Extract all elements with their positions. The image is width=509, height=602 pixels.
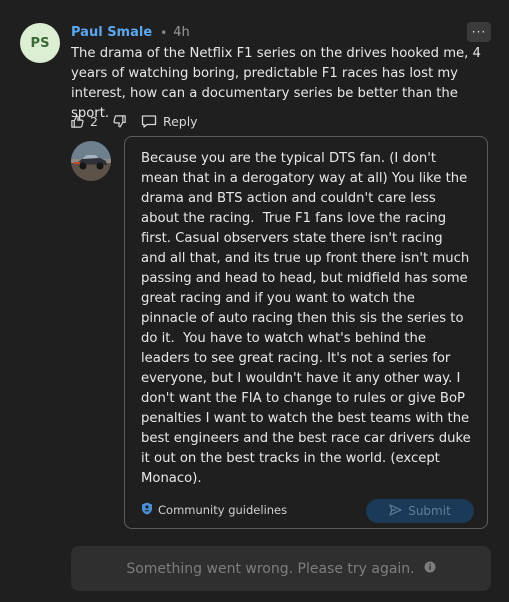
dislike-button[interactable] [112, 114, 127, 129]
author-name[interactable]: Paul Smale [71, 25, 152, 40]
like-button[interactable]: 2 [70, 114, 112, 129]
error-message: Something went wrong. Please try again. [126, 560, 415, 577]
reply-label: Reply [162, 113, 198, 129]
like-count: 2 [90, 113, 98, 129]
author-avatar[interactable]: PS [20, 23, 60, 63]
separator-dot: • [160, 25, 168, 40]
reply-text-input[interactable]: Because you are the typical DTS fan. (I … [141, 149, 471, 489]
send-icon [389, 503, 408, 519]
comment-header: Paul Smale • 4h [71, 25, 190, 40]
more-options-button[interactable]: ··· [467, 22, 491, 42]
avatar-initials: PS [30, 35, 50, 51]
info-icon [424, 561, 436, 577]
shield-icon [141, 502, 158, 518]
comment-actions: 2 Reply [70, 110, 198, 132]
thumbs-down-icon [112, 114, 127, 129]
comment-timestamp: 4h [173, 25, 190, 40]
race-car-avatar-icon [71, 141, 111, 181]
error-banner: Something went wrong. Please try again. [71, 546, 491, 591]
reply-button[interactable]: Reply [141, 114, 198, 129]
speech-bubble-icon [141, 114, 157, 129]
submit-label: Submit [408, 504, 451, 518]
reply-editor[interactable]: Because you are the typical DTS fan. (I … [124, 136, 488, 529]
more-options-icon: ··· [471, 25, 487, 39]
community-guidelines-link[interactable]: Community guidelines [141, 502, 287, 518]
thumbs-up-icon [70, 114, 85, 129]
submit-button[interactable]: Submit [366, 499, 474, 523]
guidelines-label: Community guidelines [158, 503, 288, 517]
